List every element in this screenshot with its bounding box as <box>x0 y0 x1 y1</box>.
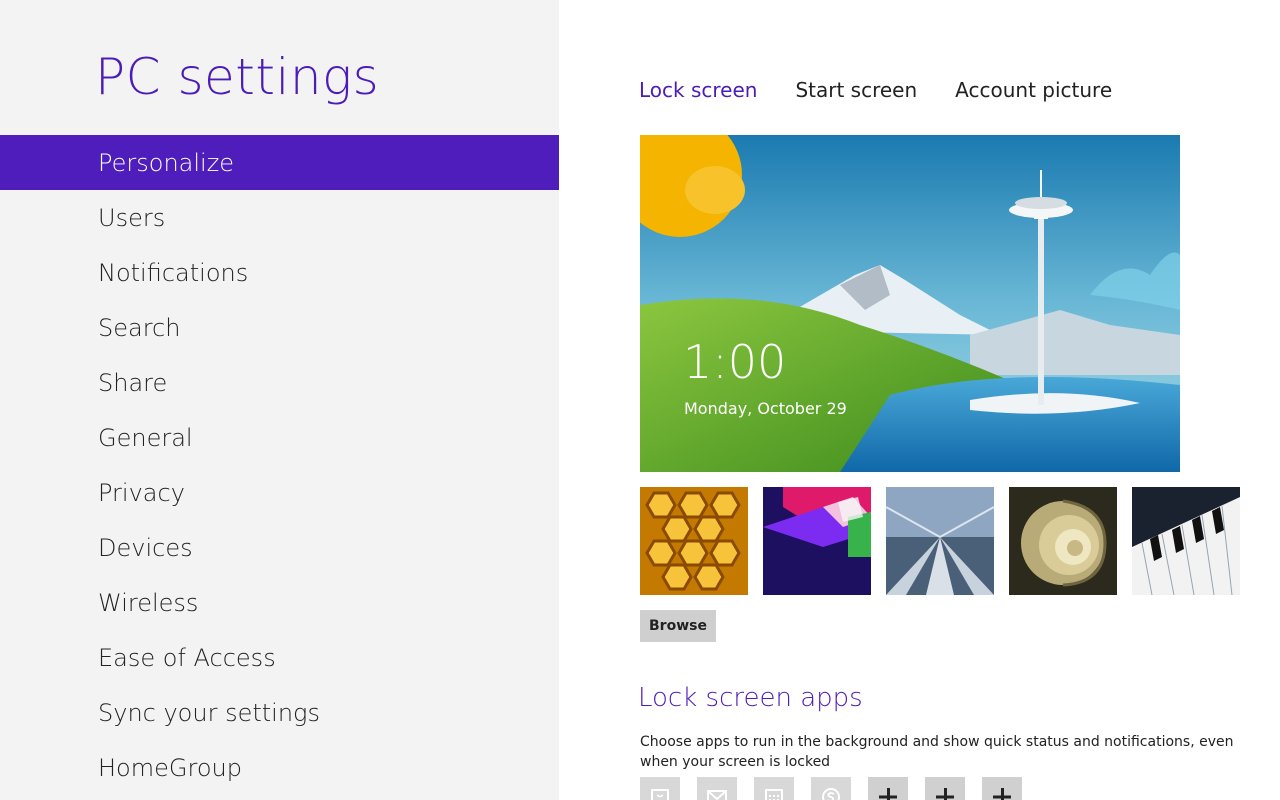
add-icon[interactable] <box>982 777 1022 800</box>
nav-item-ease-of-access[interactable]: Ease of Access <box>0 630 559 685</box>
thumbnail-honeycomb[interactable] <box>640 487 748 595</box>
add-icon[interactable] <box>868 777 908 800</box>
nav-item-devices[interactable]: Devices <box>0 520 559 575</box>
thumbnail-nautilus-shell[interactable] <box>1009 487 1117 595</box>
calendar-icon[interactable] <box>754 777 794 800</box>
thumbnail-tunnel-rails[interactable] <box>886 487 994 595</box>
add-icon[interactable] <box>925 777 965 800</box>
nav-item-users[interactable]: Users <box>0 190 559 245</box>
lock-screen-apps-heading: Lock screen apps <box>638 683 863 713</box>
thumbnail-abstract-cubes[interactable] <box>763 487 871 595</box>
thumbnail-piano-keys[interactable] <box>1132 487 1240 595</box>
mail-icon[interactable] <box>697 777 737 800</box>
lock-screen-wallpaper <box>640 135 1180 472</box>
skype-icon[interactable] <box>811 777 851 800</box>
page-title: PC settings <box>95 48 380 106</box>
nav-item-share[interactable]: Share <box>0 355 559 410</box>
lock-screen-date: Monday, October 29 <box>684 399 847 418</box>
nav-item-search[interactable]: Search <box>0 300 559 355</box>
nav-item-sync-settings[interactable]: Sync your settings <box>0 685 559 740</box>
browse-button[interactable]: Browse <box>640 610 716 642</box>
tab-lock-screen[interactable]: Lock screen <box>639 78 757 102</box>
right-pane: Lock screen Start screen Account picture <box>560 0 1280 800</box>
lock-screen-time: 1:00 <box>683 335 787 389</box>
lock-screen-app-slots <box>640 777 1022 800</box>
wallpaper-thumbnails <box>640 487 1240 595</box>
tab-start-screen[interactable]: Start screen <box>795 78 917 102</box>
nav-item-personalize[interactable]: Personalize <box>0 135 559 190</box>
tab-bar: Lock screen Start screen Account picture <box>639 78 1112 102</box>
lock-screen-apps-description: Choose apps to run in the background and… <box>640 734 1234 770</box>
nav-item-homegroup[interactable]: HomeGroup <box>0 740 559 795</box>
settings-nav: Personalize Users Notifications Search S… <box>0 135 559 795</box>
messaging-icon[interactable] <box>640 777 680 800</box>
left-pane: PC settings Personalize Users Notificati… <box>0 0 559 800</box>
nav-item-privacy[interactable]: Privacy <box>0 465 559 520</box>
nav-item-wireless[interactable]: Wireless <box>0 575 559 630</box>
nav-item-general[interactable]: General <box>0 410 559 465</box>
lock-screen-preview: 1:00 Monday, October 29 <box>640 135 1180 472</box>
nav-item-notifications[interactable]: Notifications <box>0 245 559 300</box>
tab-account-picture[interactable]: Account picture <box>955 78 1112 102</box>
